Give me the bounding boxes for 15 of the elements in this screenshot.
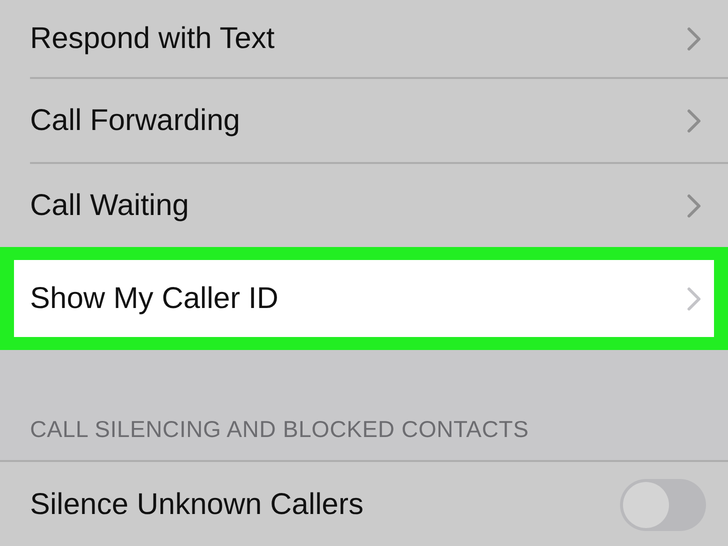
settings-row[interactable]: Call Waiting [30,164,728,247]
row-label: Show My Caller ID [30,282,278,316]
settings-row[interactable]: Respond with Text [30,0,728,77]
row-label: Respond with Text [30,22,275,56]
row-label: Call Waiting [30,188,189,222]
chevron-icon [686,192,702,218]
toggle-switch[interactable] [620,479,706,531]
row-label: Silence Unknown Callers [30,488,364,522]
settings-row[interactable]: Call Forwarding [30,79,728,162]
settings-row[interactable]: Show My Caller ID [14,260,714,337]
chevron-icon [686,286,702,312]
chevron-icon [686,108,702,134]
section-header: CALL SILENCING AND BLOCKED CONTACTS [29,416,530,444]
chevron-icon [686,26,702,52]
row-label: Call Forwarding [30,104,240,138]
